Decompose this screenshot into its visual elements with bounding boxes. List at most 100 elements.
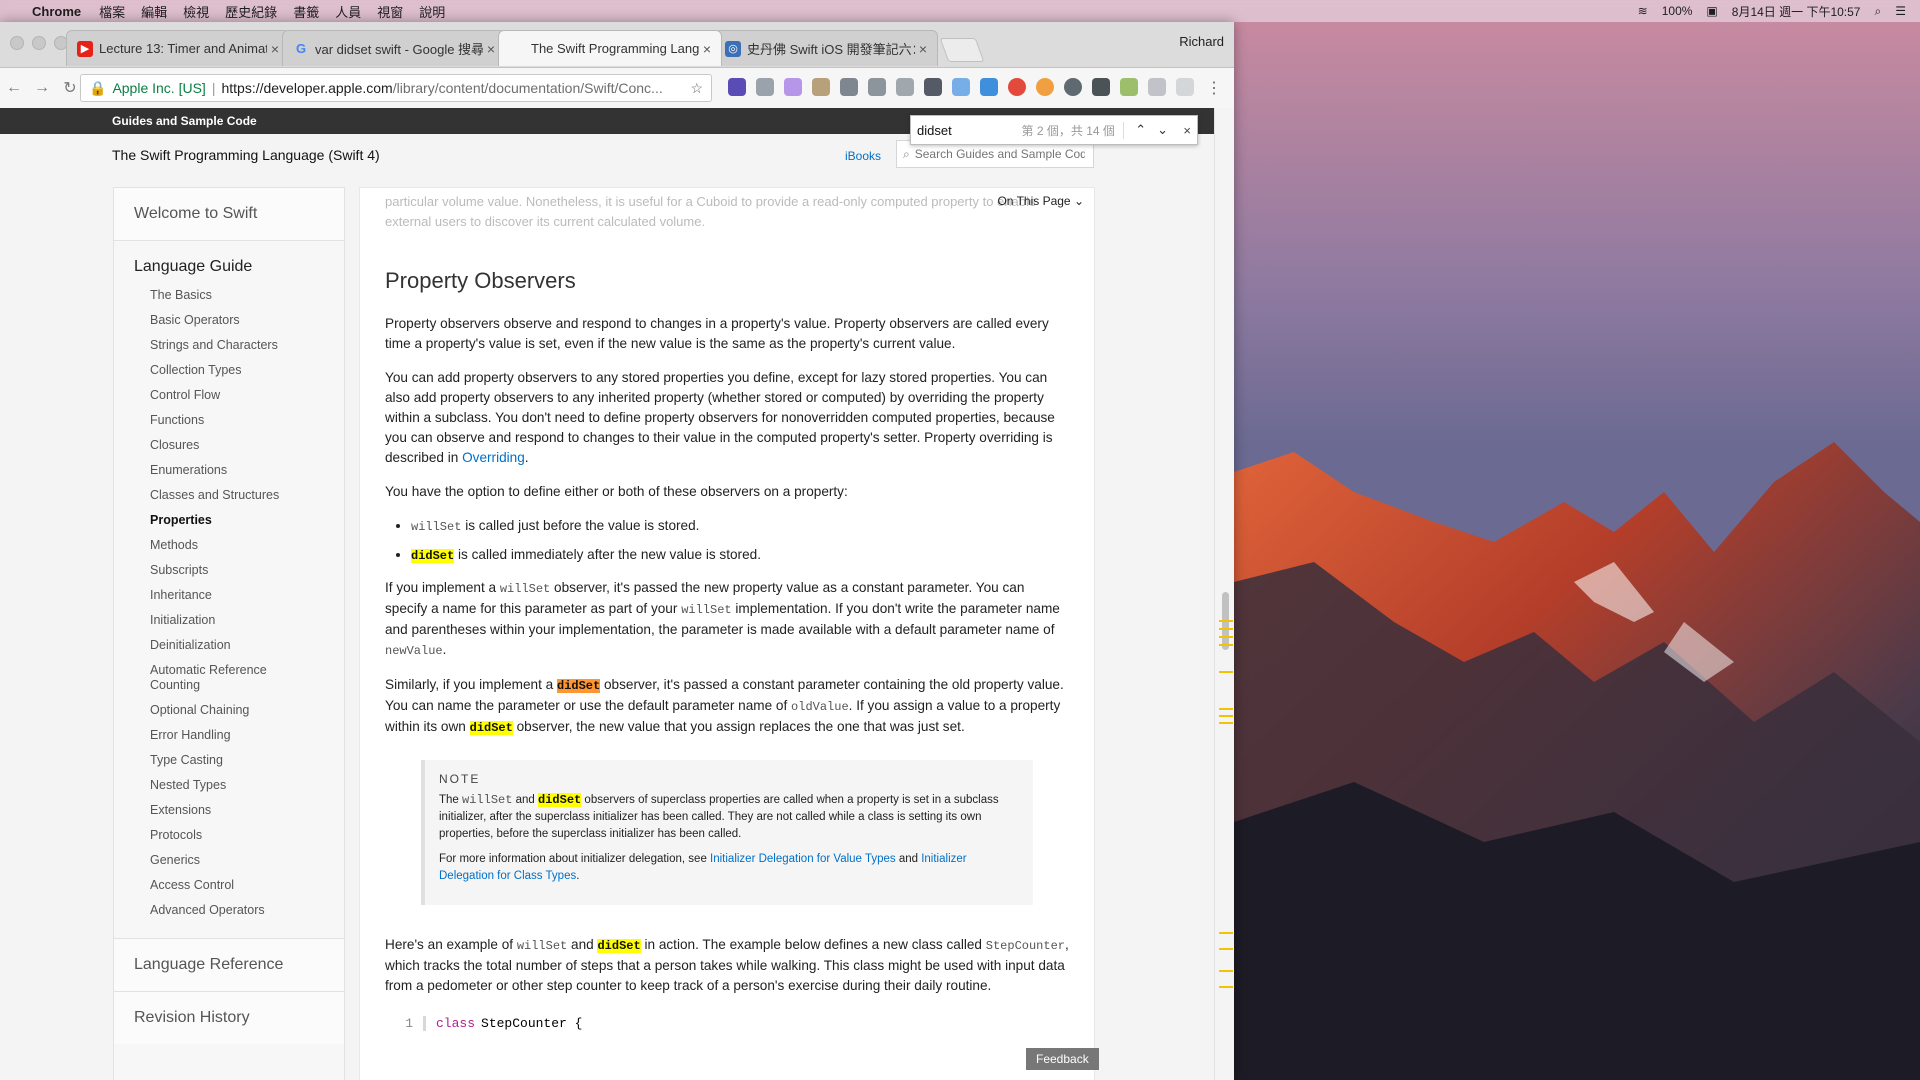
sidebar-revision-history[interactable]: Revision History <box>114 991 344 1044</box>
bookmark-star-icon[interactable]: ☆ <box>690 80 703 97</box>
sidebar-item[interactable]: Optional Chaining <box>150 703 344 718</box>
close-tab-icon[interactable]: × <box>487 41 495 57</box>
extension-icon[interactable] <box>980 78 998 96</box>
menu-view[interactable]: 檢視 <box>183 2 209 21</box>
menu-file[interactable]: 檔案 <box>99 2 125 21</box>
close-tab-icon[interactable]: × <box>703 41 711 57</box>
extension-icon[interactable] <box>1064 78 1082 96</box>
extension-icon[interactable] <box>756 78 774 96</box>
sidebar-item[interactable]: Strings and Characters <box>150 338 344 353</box>
url-path[interactable]: /library/content/documentation/Swift/Con… <box>393 80 663 96</box>
new-tab-button[interactable] <box>939 38 985 62</box>
chrome-menu-icon[interactable]: ⋮ <box>1206 78 1222 98</box>
tab-google-search[interactable]: G var didset swift - Google 搜尋 × <box>282 30 506 66</box>
sidebar-item[interactable]: Functions <box>150 413 344 428</box>
tab-blog[interactable]: ◎ 史丹佛 Swift iOS 開發筆記六： × <box>714 30 938 66</box>
sidebar-welcome[interactable]: Welcome to Swift <box>114 188 344 241</box>
sidebar-item[interactable]: Enumerations <box>150 463 344 478</box>
input-source-icon[interactable]: ▣ <box>1706 4 1717 18</box>
sidebar-item[interactable]: Protocols <box>150 828 344 843</box>
find-next-icon[interactable]: ⌄ <box>1152 122 1174 138</box>
extension-icon[interactable] <box>728 78 746 96</box>
sidebar-item[interactable]: Deinitialization <box>150 638 344 653</box>
sidebar-item-active[interactable]: Properties <box>150 513 344 528</box>
extension-icon[interactable] <box>868 78 886 96</box>
sidebar-item[interactable]: Collection Types <box>150 363 344 378</box>
close-tab-icon[interactable]: × <box>271 41 279 57</box>
menu-help[interactable]: 說明 <box>419 2 445 21</box>
site-search-input[interactable] <box>912 146 1087 162</box>
clock[interactable]: 8月14日 週一 下午10:57 <box>1732 3 1861 20</box>
sidebar-item[interactable]: Nested Types <box>150 778 344 793</box>
sidebar-item[interactable]: Advanced Operators <box>150 903 344 918</box>
site-identity[interactable]: Apple Inc. [US] <box>112 80 205 96</box>
tab-swift-docs[interactable]: The Swift Programming Langu × <box>498 30 722 66</box>
battery-percent[interactable]: 100% <box>1662 4 1693 18</box>
overriding-link[interactable]: Overriding <box>462 450 525 465</box>
menu-edit[interactable]: 編輯 <box>141 2 167 21</box>
spotlight-search-icon[interactable]: ⌕ <box>1875 4 1882 19</box>
sidebar-item[interactable]: Methods <box>150 538 344 553</box>
tab-title: The Swift Programming Langu <box>531 41 699 56</box>
sidebar-item[interactable]: Automatic Reference Counting <box>150 663 280 693</box>
find-match-marker <box>1219 620 1233 622</box>
sidebar-item[interactable]: Error Handling <box>150 728 344 743</box>
menu-people[interactable]: 人員 <box>335 2 361 21</box>
page-scrollbar[interactable] <box>1214 108 1234 1080</box>
url-host[interactable]: https://developer.apple.com <box>221 80 392 96</box>
close-find-icon[interactable]: × <box>1183 123 1191 138</box>
sidebar-item[interactable]: Initialization <box>150 613 344 628</box>
sidebar-language-reference[interactable]: Language Reference <box>114 938 344 991</box>
ibooks-link[interactable]: iBooks <box>845 149 881 163</box>
extension-icon[interactable] <box>924 78 942 96</box>
sidebar-item[interactable]: Generics <box>150 853 344 868</box>
back-arrow-icon[interactable]: ← <box>0 79 28 97</box>
extension-icon[interactable] <box>896 78 914 96</box>
extension-icon[interactable] <box>1008 78 1026 96</box>
sidebar-item[interactable]: Subscripts <box>150 563 344 578</box>
sidebar-item[interactable]: The Basics <box>150 288 344 303</box>
extension-icon[interactable] <box>1148 78 1166 96</box>
address-bar[interactable]: 🔒 Apple Inc. [US] | https://developer.ap… <box>80 74 712 102</box>
sidebar-item[interactable]: Basic Operators <box>150 313 344 328</box>
lock-icon[interactable]: 🔒 <box>89 80 106 97</box>
close-window-button[interactable] <box>10 36 24 50</box>
list-item: didSet is called immediately after the n… <box>411 545 1069 566</box>
sidebar-item[interactable]: Closures <box>150 438 344 453</box>
wifi-icon[interactable]: ≋ <box>1638 4 1648 18</box>
extension-icon[interactable] <box>1176 78 1194 96</box>
sidebar-item[interactable]: Inheritance <box>150 588 344 603</box>
find-previous-icon[interactable]: ⌃ <box>1130 122 1152 138</box>
menu-bookmarks[interactable]: 書籤 <box>293 2 319 21</box>
notification-center-icon[interactable]: ☰ <box>1895 4 1906 18</box>
on-this-page-dropdown[interactable]: On This Page ⌄ <box>997 194 1084 208</box>
profile-button[interactable]: Richard <box>1179 34 1224 49</box>
menu-history[interactable]: 歷史紀錄 <box>225 2 277 21</box>
page-title[interactable]: The Swift Programming Language (Swift 4) <box>112 147 380 163</box>
initializer-delegation-value-types-link[interactable]: Initializer Delegation for Value Types <box>710 853 896 865</box>
address-divider: | <box>211 80 216 96</box>
extension-icon[interactable] <box>1092 78 1110 96</box>
extension-icon[interactable] <box>784 78 802 96</box>
find-match-marker <box>1219 986 1233 988</box>
paragraph: Similarly, if you implement a didSet obs… <box>385 675 1069 738</box>
extension-icon[interactable] <box>1036 78 1054 96</box>
close-tab-icon[interactable]: × <box>919 41 927 57</box>
forward-arrow-icon[interactable]: → <box>28 79 56 97</box>
sidebar-item[interactable]: Extensions <box>150 803 344 818</box>
tab-youtube[interactable]: ▶ Lecture 13: Timer and Animati × <box>66 30 290 66</box>
menu-window[interactable]: 視窗 <box>377 2 403 21</box>
sidebar-item[interactable]: Control Flow <box>150 388 344 403</box>
sidebar-language-guide[interactable]: Language Guide <box>114 241 344 284</box>
minimize-window-button[interactable] <box>32 36 46 50</box>
app-menu-chrome[interactable]: Chrome <box>32 4 81 19</box>
feedback-button[interactable]: Feedback <box>1026 1048 1099 1070</box>
sidebar-item[interactable]: Access Control <box>150 878 344 893</box>
sidebar-item[interactable]: Type Casting <box>150 753 344 768</box>
extension-icon[interactable] <box>840 78 858 96</box>
extension-icon[interactable] <box>812 78 830 96</box>
extension-icon[interactable] <box>952 78 970 96</box>
sidebar-item[interactable]: Classes and Structures <box>150 488 344 503</box>
find-input[interactable]: didset <box>917 123 1006 138</box>
extension-icon[interactable] <box>1120 78 1138 96</box>
